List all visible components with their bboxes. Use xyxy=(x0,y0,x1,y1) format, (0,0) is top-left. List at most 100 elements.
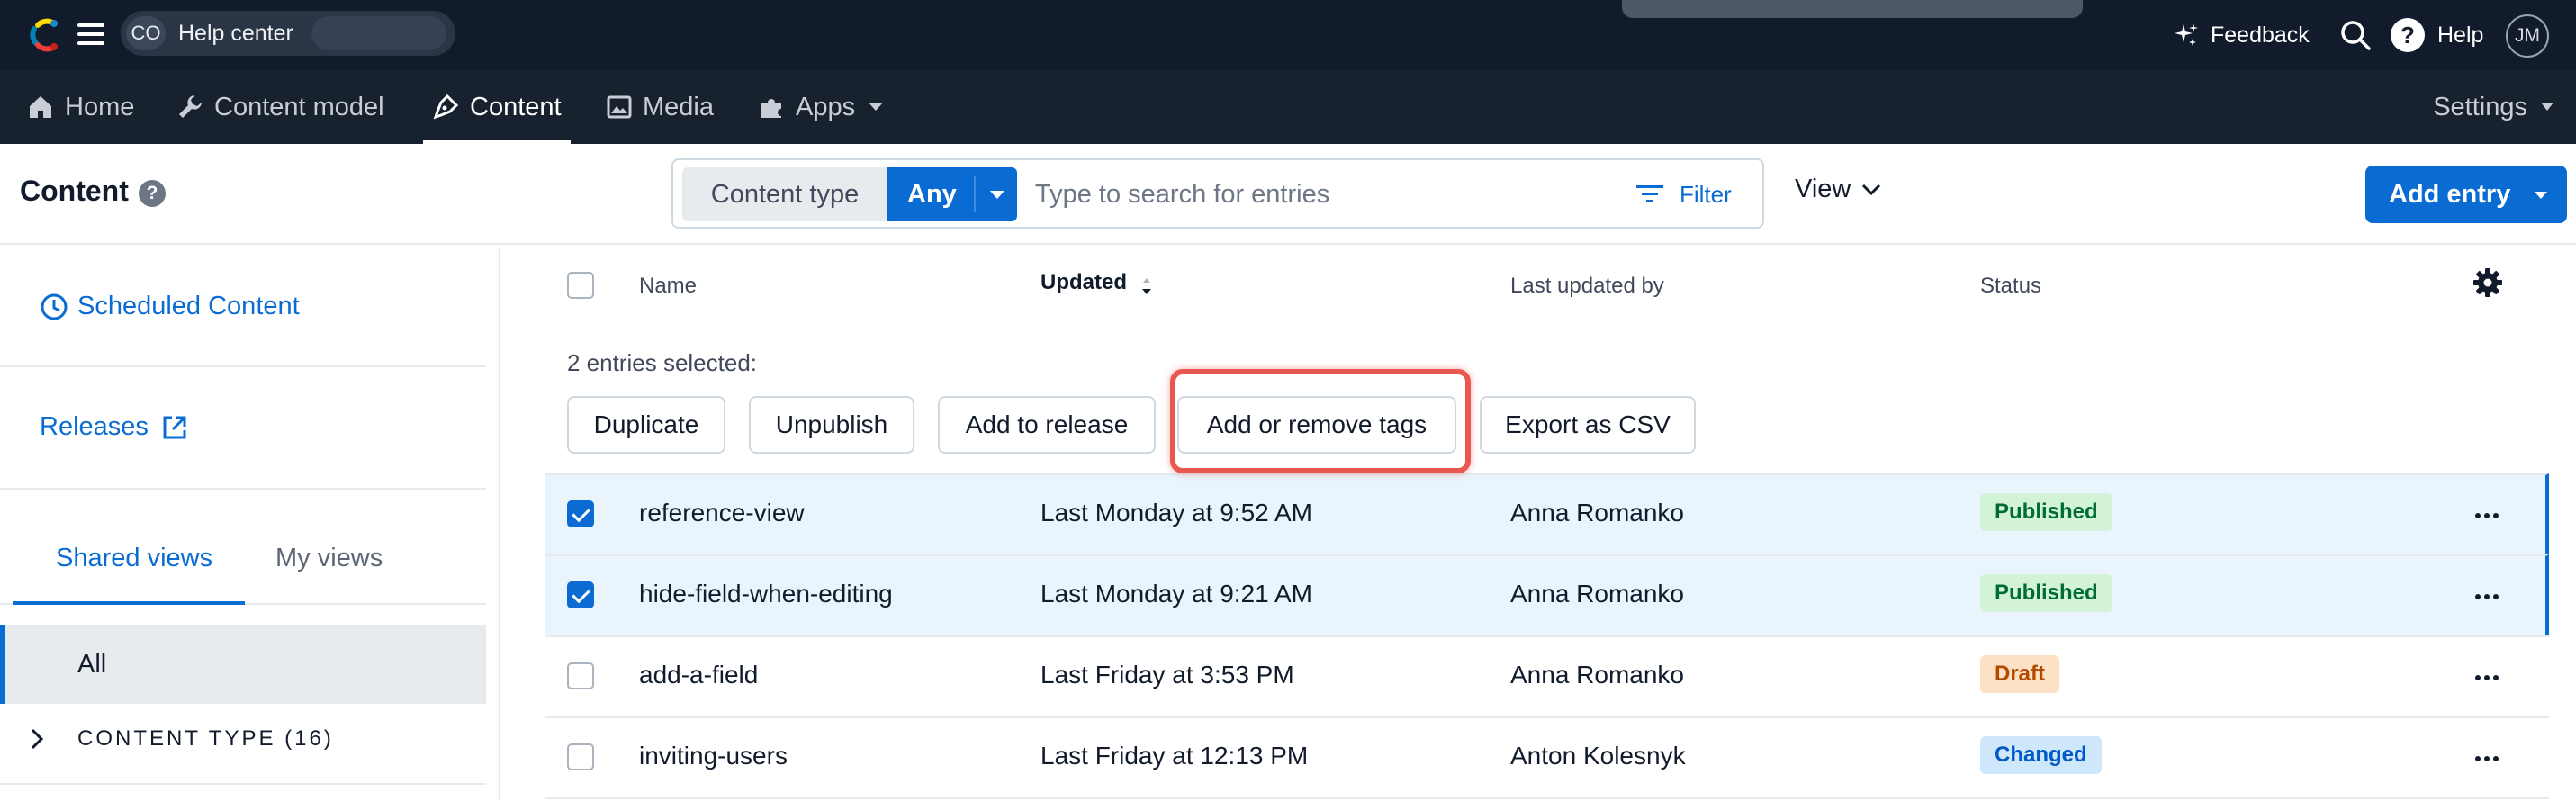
external-link-icon xyxy=(163,416,186,438)
row-checkbox[interactable] xyxy=(567,662,594,689)
entry-updated: Last Monday at 9:52 AM xyxy=(1040,499,1312,526)
puzzle-icon xyxy=(761,99,781,118)
search-icon[interactable] xyxy=(2338,18,2373,52)
row-checkbox[interactable] xyxy=(567,743,594,770)
entry-name[interactable]: reference-view xyxy=(639,499,805,527)
help-button[interactable]: ? Help xyxy=(2391,16,2483,54)
space-switcher[interactable]: CO Help center xyxy=(121,11,455,56)
table-row[interactable]: reference-view Last Monday at 9:52 AM An… xyxy=(545,473,2549,554)
nav-content[interactable]: Content xyxy=(423,70,571,144)
entry-search-box: Content type Any Filter xyxy=(671,158,1764,229)
content-header: Content ? Content type Any Filter View A… xyxy=(0,144,2576,245)
more-options-icon[interactable] xyxy=(2473,583,2500,610)
sort-icon[interactable] xyxy=(1139,275,1154,299)
table-row[interactable]: inviting-users Last Friday at 12:13 PM A… xyxy=(545,716,2549,797)
highlight-annotation xyxy=(1170,369,1471,473)
help-icon: ? xyxy=(2391,18,2425,52)
entry-updated-by: Anton Kolesnyk xyxy=(1510,742,1686,770)
caret-down-icon xyxy=(869,103,884,111)
space-name: Help center xyxy=(178,20,293,46)
entry-name[interactable]: inviting-users xyxy=(639,742,788,770)
home-icon xyxy=(30,96,51,118)
top-bar: CO Help center Feedback ? Help JM xyxy=(0,0,2576,70)
caret-down-icon xyxy=(990,191,1004,199)
content-type-value: Any xyxy=(907,179,957,209)
nav-settings[interactable]: Settings xyxy=(2433,70,2554,144)
column-header-updated[interactable]: Updated xyxy=(1040,270,1127,295)
row-checkbox[interactable] xyxy=(567,581,594,608)
pen-nib-icon xyxy=(433,94,459,120)
unpublish-button[interactable]: Unpublish xyxy=(749,396,914,454)
add-entry-button[interactable]: Add entry xyxy=(2365,166,2567,223)
more-options-icon[interactable] xyxy=(2473,745,2500,772)
active-tab-indicator xyxy=(13,601,245,605)
chevron-right-icon xyxy=(31,728,43,750)
column-header-status[interactable]: Status xyxy=(1980,274,2041,299)
nav-content-model[interactable]: Content model xyxy=(176,70,384,144)
caret-down-icon xyxy=(2535,192,2547,199)
filter-label: Filter xyxy=(1680,180,1732,208)
column-header-name[interactable]: Name xyxy=(639,274,697,299)
entry-updated: Last Friday at 12:13 PM xyxy=(1040,742,1309,770)
help-label: Help xyxy=(2437,22,2484,48)
entry-name[interactable]: hide-field-when-editing xyxy=(639,580,893,608)
nav-content-model-label: Content model xyxy=(214,92,384,122)
caret-down-icon xyxy=(2541,103,2553,111)
releases-link[interactable]: Releases xyxy=(40,412,197,442)
feedback-label: Feedback xyxy=(2211,22,2310,48)
selected-count: 2 entries selected: xyxy=(567,349,758,376)
nav-media-label: Media xyxy=(643,92,714,122)
entry-name[interactable]: add-a-field xyxy=(639,661,758,689)
nav-media[interactable]: Media xyxy=(607,70,714,144)
entry-updated: Last Monday at 9:21 AM xyxy=(1040,580,1312,608)
filter-button[interactable]: Filter xyxy=(1636,167,1732,221)
entry-updated-by: Anna Romanko xyxy=(1510,499,1685,526)
view-all-item[interactable]: All xyxy=(0,625,486,704)
tab-my-views[interactable]: My views xyxy=(275,544,383,599)
entry-updated: Last Friday at 3:53 PM xyxy=(1040,661,1294,688)
table-row-divider xyxy=(545,797,2549,801)
nav-home[interactable]: Home xyxy=(27,70,134,144)
image-icon xyxy=(607,95,632,119)
top-quick-search[interactable] xyxy=(1622,0,2083,18)
page-title: Content xyxy=(20,175,129,207)
more-options-icon[interactable] xyxy=(2473,664,2500,691)
tab-shared-views[interactable]: Shared views xyxy=(56,544,212,599)
nav-settings-label: Settings xyxy=(2433,92,2527,122)
status-badge: Published xyxy=(1980,493,2112,531)
select-all-checkbox[interactable] xyxy=(567,272,594,299)
export-csv-button[interactable]: Export as CSV xyxy=(1480,396,1696,454)
chevron-down-icon xyxy=(1862,184,1881,195)
divider xyxy=(0,488,486,490)
divider xyxy=(0,783,486,785)
duplicate-button[interactable]: Duplicate xyxy=(567,396,725,454)
main-nav: Home Content model Content Media Apps Se… xyxy=(0,70,2576,144)
search-input[interactable] xyxy=(1035,171,1611,218)
menu-icon[interactable] xyxy=(77,23,104,47)
nav-apps-label: Apps xyxy=(796,92,856,122)
user-avatar[interactable]: JM xyxy=(2506,14,2549,58)
entry-updated-by: Anna Romanko xyxy=(1510,580,1685,608)
view-dropdown[interactable]: View xyxy=(1795,175,1881,204)
more-options-icon[interactable] xyxy=(2473,502,2500,529)
column-header-updated-by[interactable]: Last updated by xyxy=(1510,274,1664,299)
nav-home-label: Home xyxy=(65,92,135,122)
content-type-group-toggle[interactable]: CONTENT TYPE (16) xyxy=(31,718,334,760)
row-checkbox[interactable] xyxy=(567,500,594,527)
scheduled-content-label: Scheduled Content xyxy=(77,292,300,320)
add-to-release-button[interactable]: Add to release xyxy=(938,396,1156,454)
content-type-select[interactable]: Any xyxy=(887,167,1017,221)
scheduled-content-link[interactable]: Scheduled Content xyxy=(40,292,300,321)
table-row[interactable]: add-a-field Last Friday at 3:53 PM Anna … xyxy=(545,635,2549,716)
space-avatar: CO xyxy=(126,16,166,50)
question-icon[interactable]: ? xyxy=(139,180,166,207)
select-divider xyxy=(974,176,976,212)
nav-apps[interactable]: Apps xyxy=(758,70,884,144)
table-row[interactable]: hide-field-when-editing Last Monday at 9… xyxy=(545,554,2549,635)
contentful-logo-icon[interactable] xyxy=(23,14,65,56)
content-type-group-label: CONTENT TYPE (16) xyxy=(77,726,334,751)
view-label: View xyxy=(1795,175,1851,203)
content-type-label: Content type xyxy=(682,167,887,221)
feedback-button[interactable]: Feedback xyxy=(2173,18,2310,52)
gear-icon[interactable] xyxy=(2472,266,2504,299)
